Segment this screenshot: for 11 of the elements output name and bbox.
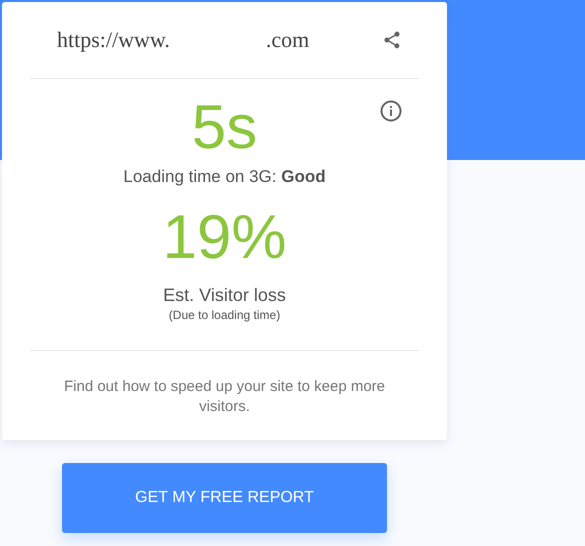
share-icon[interactable]: [382, 30, 402, 50]
site-url: https://www.: [57, 27, 170, 53]
visitor-loss-value: 19%: [161, 207, 288, 269]
site-url-domain: .com: [266, 27, 310, 53]
visitor-loss-caption: Est. Visitor loss: [162, 285, 287, 306]
loading-time-caption: Loading time on 3G: Good: [122, 167, 327, 187]
message-text: Find out how to speed up your site to keep more visitors.: [62, 377, 386, 417]
info-icon[interactable]: [379, 99, 403, 123]
loading-time-value: 5s: [192, 97, 258, 159]
visitor-loss-note: (Due to loading time): [168, 308, 282, 322]
report-button[interactable]: GET MY FREE REPORT: [62, 463, 387, 533]
